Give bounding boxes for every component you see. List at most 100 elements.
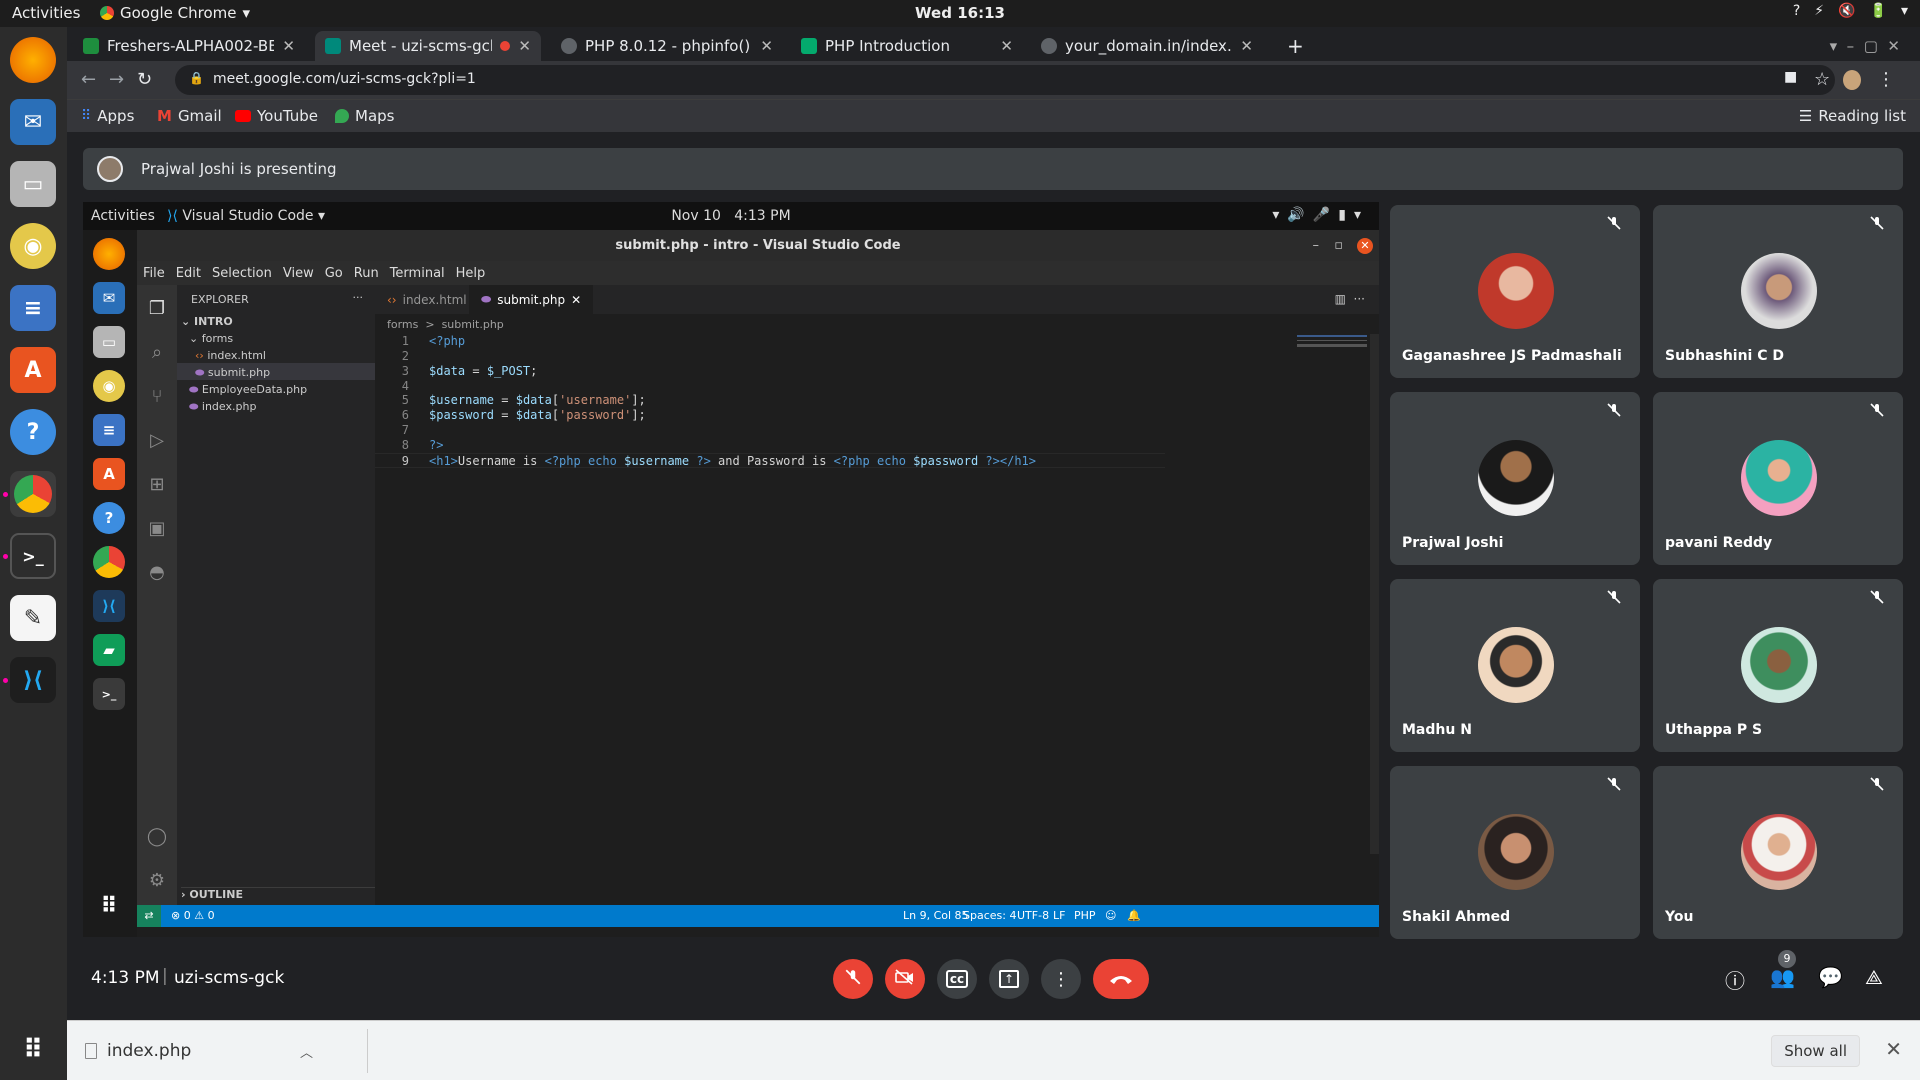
tab-close-icon[interactable]: ✕ bbox=[518, 37, 531, 55]
bookmark-youtube[interactable]: YouTube bbox=[235, 107, 318, 125]
writer-icon[interactable]: ≡ bbox=[10, 285, 56, 331]
tab-close-icon[interactable]: ✕ bbox=[1240, 37, 1253, 55]
system-tray[interactable]: ? ⚡ 🔇 🔋 ▾ bbox=[1793, 3, 1908, 19]
close-icon[interactable]: ✕ bbox=[1885, 1037, 1902, 1061]
tree-label: forms bbox=[201, 332, 234, 345]
editor-scrollbar bbox=[1370, 334, 1379, 854]
thunderbird-icon[interactable]: ✉ bbox=[10, 99, 56, 145]
reading-list-icon: ☰ bbox=[1798, 107, 1813, 125]
menu-kebab-icon[interactable]: ⋮ bbox=[1877, 69, 1895, 90]
bookmark-maps[interactable]: Maps bbox=[335, 107, 394, 125]
volume-muted-icon: 🔇 bbox=[1838, 3, 1856, 19]
mic-off-icon bbox=[844, 968, 862, 991]
browser-tab[interactable]: PHP Introduction ✕ bbox=[791, 31, 1023, 61]
menu-terminal: Terminal bbox=[389, 265, 445, 281]
terminal-icon[interactable]: >_ bbox=[10, 533, 56, 579]
browser-tab[interactable]: Freshers-ALPHA002-BE - G ✕ bbox=[73, 31, 305, 61]
tab-close-icon[interactable]: ✕ bbox=[282, 37, 295, 55]
participant-count-badge: 9 bbox=[1778, 950, 1796, 968]
participant-tile[interactable]: Prajwal Joshi bbox=[1390, 392, 1640, 565]
participant-tile[interactable]: pavani Reddy bbox=[1653, 392, 1903, 565]
participant-tile[interactable]: Shakil Ahmed bbox=[1390, 766, 1640, 939]
chrome-dock-icon[interactable] bbox=[10, 471, 56, 517]
php-file-icon: ⬬ bbox=[195, 366, 205, 379]
download-filename: index.php bbox=[107, 1041, 192, 1061]
firefox-icon[interactable] bbox=[10, 37, 56, 83]
new-tab-button[interactable]: + bbox=[1277, 31, 1314, 61]
tab-title: PHP 8.0.12 - phpinfo() bbox=[585, 37, 751, 55]
chat-icon[interactable]: 💬 bbox=[1818, 965, 1843, 989]
participant-name: You bbox=[1665, 909, 1694, 925]
bookmark-label: Gmail bbox=[177, 107, 222, 125]
vscode-window: submit.php - intro - Visual Studio Code … bbox=[137, 230, 1379, 937]
running-indicator bbox=[3, 492, 8, 497]
meeting-time: 4:13 PM bbox=[91, 968, 160, 988]
tree-label: INTRO bbox=[194, 315, 233, 328]
participant-tile[interactable]: Gaganashree JS Padmashali bbox=[1390, 205, 1640, 378]
tab-close-icon[interactable]: ✕ bbox=[760, 37, 773, 55]
more-options-button[interactable]: ⋮ bbox=[1041, 959, 1081, 999]
reload-icon[interactable]: ↻ bbox=[137, 69, 152, 90]
participant-avatar bbox=[1741, 440, 1817, 516]
show-applications-icon[interactable]: ⠿ bbox=[10, 1027, 56, 1073]
camera-in-use-icon[interactable]: ■ bbox=[1784, 69, 1797, 85]
bookmark-gmail[interactable]: M Gmail bbox=[157, 107, 222, 125]
help-app-icon[interactable]: ? bbox=[10, 409, 56, 455]
activities-shapes-icon[interactable]: ⟁ bbox=[1865, 965, 1883, 989]
leave-call-button[interactable] bbox=[1093, 959, 1149, 999]
participant-tile[interactable]: You bbox=[1653, 766, 1903, 939]
mic-off-icon bbox=[1606, 402, 1622, 418]
rhythmbox-icon[interactable]: ◉ bbox=[10, 223, 56, 269]
address-bar[interactable]: 🔒 meet.google.com/uzi-scms-gck?pli=1 bbox=[175, 65, 1835, 95]
participant-name: Gaganashree JS Padmashali bbox=[1402, 348, 1622, 364]
participant-tile[interactable]: Madhu N bbox=[1390, 579, 1640, 752]
files-icon[interactable]: ▭ bbox=[10, 161, 56, 207]
window-controls[interactable]: ▾ – ▢ ✕ bbox=[1820, 31, 1910, 61]
editor-tab-label: submit.php bbox=[497, 292, 566, 307]
mic-off-icon bbox=[1606, 589, 1622, 605]
bookmark-star-icon[interactable]: ☆ bbox=[1814, 69, 1830, 90]
tree-folder-forms: ⌄ forms bbox=[189, 332, 234, 345]
captions-icon: cc bbox=[945, 970, 969, 988]
vscode-dock-icon[interactable]: ⟩⟨ bbox=[10, 657, 56, 703]
people-icon[interactable]: 👥 bbox=[1770, 965, 1795, 989]
forward-arrow-icon[interactable]: → bbox=[109, 69, 124, 90]
mic-toggle-button[interactable] bbox=[833, 959, 873, 999]
meeting-details-icon[interactable]: ⓘ bbox=[1725, 965, 1745, 994]
shared-tray-icons: ▾🔊🎤▮▾ bbox=[1272, 207, 1369, 223]
menu-file: File bbox=[143, 265, 165, 281]
tab-close-icon[interactable]: ✕ bbox=[1000, 37, 1013, 55]
participant-avatar bbox=[1741, 253, 1817, 329]
participant-name: Madhu N bbox=[1402, 722, 1472, 738]
browser-tab[interactable]: PHP 8.0.12 - phpinfo() ✕ bbox=[551, 31, 783, 61]
system-clock[interactable]: Wed 16:13 bbox=[0, 4, 1920, 22]
running-indicator bbox=[3, 678, 8, 683]
reading-list-button[interactable]: ☰ Reading list bbox=[1799, 107, 1906, 125]
gmail-icon: M bbox=[157, 107, 172, 125]
cursor-position: Ln 9, Col 85 bbox=[903, 909, 969, 922]
tree-label: index.php bbox=[201, 400, 257, 413]
participant-tile[interactable]: Subhashini C D bbox=[1653, 205, 1903, 378]
software-icon[interactable]: A bbox=[10, 347, 56, 393]
profile-avatar[interactable] bbox=[1843, 70, 1861, 90]
camera-toggle-button[interactable] bbox=[885, 959, 925, 999]
browser-tab-active[interactable]: Meet - uzi-scms-gck ✕ bbox=[315, 31, 541, 61]
running-indicator bbox=[3, 554, 8, 559]
system-dock: ✉ ▭ ◉ ≡ A ? >_ ✎ ⟩⟨ ⠿ bbox=[0, 27, 67, 1080]
tab-close-icon: ✕ bbox=[571, 292, 582, 307]
browser-tab[interactable]: your_domain.in/index.ph ✕ bbox=[1031, 31, 1263, 61]
shared-screen: Activities ⟩⟨ Visual Studio Code ▾ Nov 1… bbox=[83, 202, 1379, 937]
participant-avatar bbox=[1741, 627, 1817, 703]
bookmark-apps[interactable]: ⠿ Apps bbox=[81, 107, 134, 125]
tab-title: Freshers-ALPHA002-BE - G bbox=[107, 37, 275, 55]
chevron-up-icon[interactable]: ︿ bbox=[300, 1042, 313, 1061]
participant-avatar bbox=[1741, 814, 1817, 890]
captions-button[interactable]: cc bbox=[937, 959, 977, 999]
back-arrow-icon[interactable]: ← bbox=[81, 69, 96, 90]
text-editor-icon[interactable]: ✎ bbox=[10, 595, 56, 641]
download-item[interactable]: index.php ︿ bbox=[81, 1033, 313, 1069]
present-now-button[interactable]: ↑ bbox=[989, 959, 1029, 999]
files-icon: ▭ bbox=[93, 326, 125, 358]
participant-tile[interactable]: Uthappa P S bbox=[1653, 579, 1903, 752]
show-all-button[interactable]: Show all bbox=[1771, 1035, 1860, 1067]
